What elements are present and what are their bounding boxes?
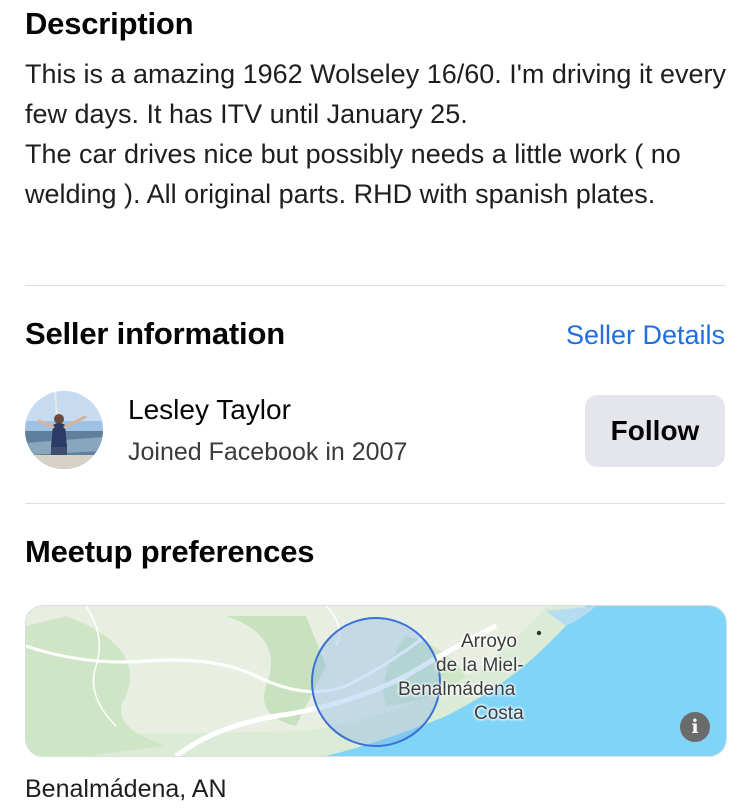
map-label-de-la-miel: de la Miel- xyxy=(436,655,524,676)
map-label-benalmadena: Benalmádena xyxy=(398,679,516,700)
map-label-arroyo: Arroyo xyxy=(461,631,517,652)
avatar[interactable] xyxy=(25,391,103,469)
description-paragraph: This is a amazing 1962 Wolseley 16/60. I… xyxy=(25,59,726,129)
info-icon[interactable]: i xyxy=(680,712,710,742)
avatar-image xyxy=(25,391,103,469)
section-divider xyxy=(25,503,725,504)
meetup-map[interactable]: Arroyo de la Miel- Benalmádena Costa i xyxy=(25,605,727,757)
seller-info-heading: Seller information xyxy=(25,316,285,351)
description-paragraph: The car drives nice but possibly needs a… xyxy=(25,139,681,209)
seller-joined-date: Joined Facebook in 2007 xyxy=(128,438,408,466)
section-divider xyxy=(25,285,725,286)
description-text: This is a amazing 1962 Wolseley 16/60. I… xyxy=(25,54,730,214)
description-heading: Description xyxy=(25,6,194,41)
map-image xyxy=(26,606,726,756)
meetup-location: Benalmádena, AN xyxy=(25,775,227,803)
follow-button[interactable]: Follow xyxy=(585,395,725,467)
seller-details-link[interactable]: Seller Details xyxy=(566,320,725,351)
map-label-costa: Costa xyxy=(474,703,524,724)
seller-name[interactable]: Lesley Taylor xyxy=(128,394,291,426)
meetup-preferences-heading: Meetup preferences xyxy=(25,534,315,569)
